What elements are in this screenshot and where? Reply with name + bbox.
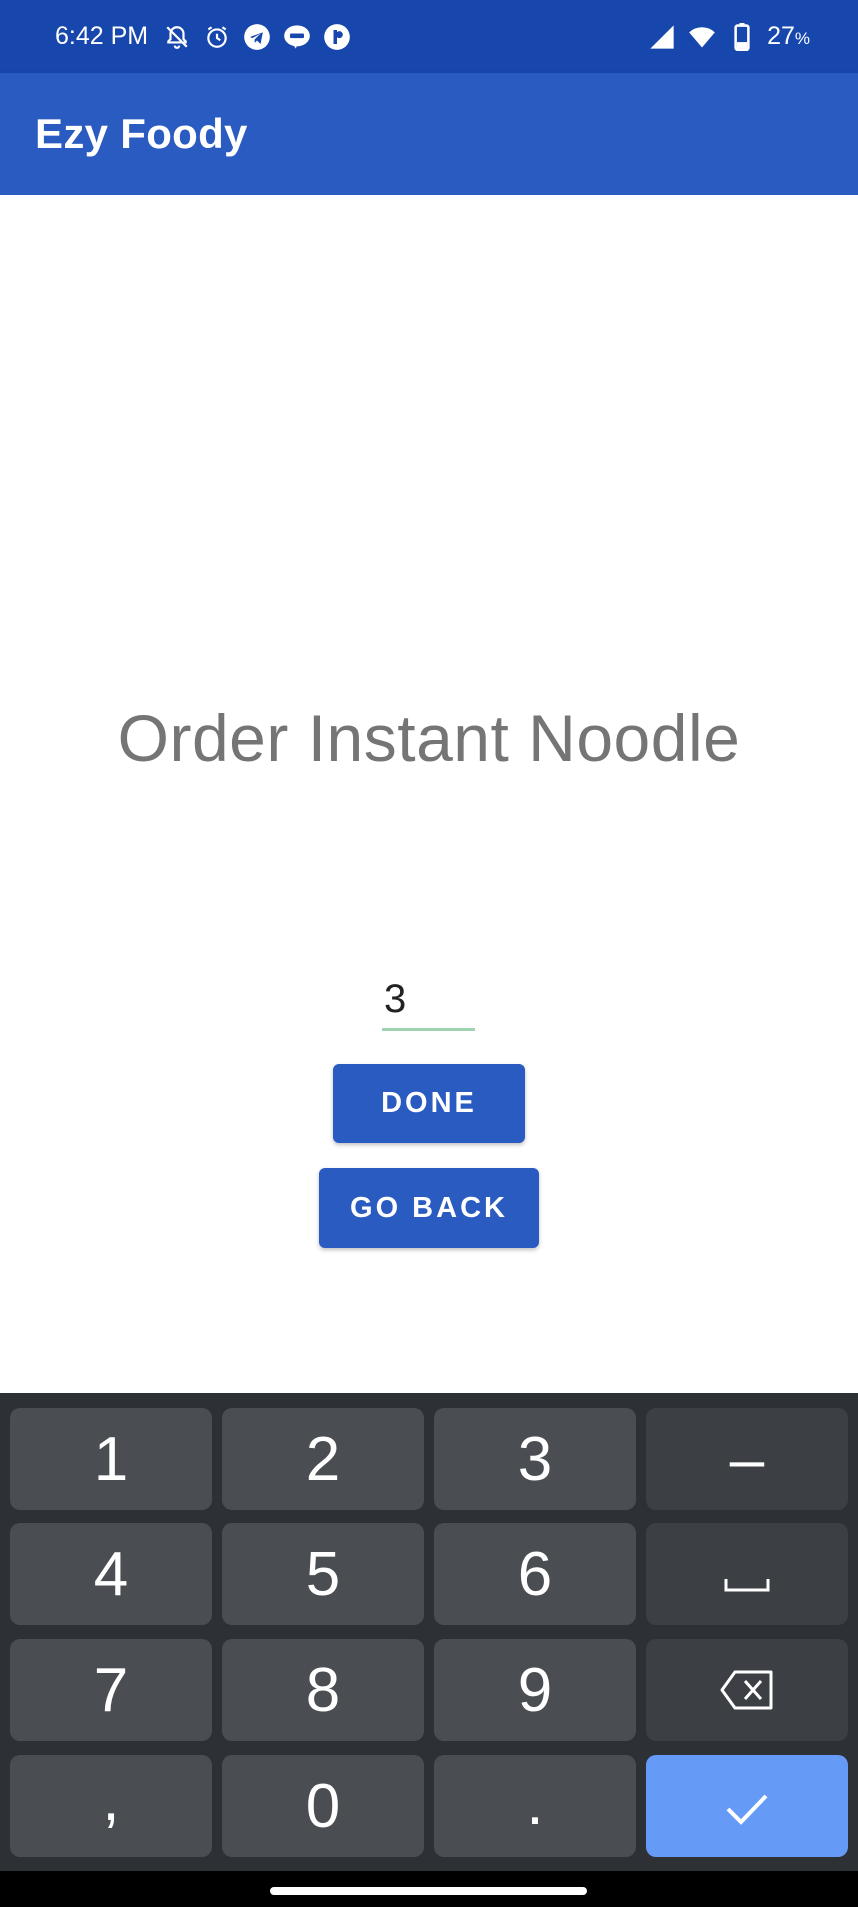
key-8[interactable]: 8 [222, 1639, 424, 1741]
key-0[interactable]: 0 [222, 1755, 424, 1857]
status-right: 27% [647, 22, 810, 52]
battery-icon [727, 22, 757, 52]
alarm-icon [202, 22, 232, 52]
space-icon [723, 1539, 771, 1610]
navigation-bar [0, 1871, 858, 1907]
key-7[interactable]: 7 [10, 1639, 212, 1741]
checkmark-icon [724, 1771, 770, 1842]
key-enter[interactable] [646, 1755, 848, 1857]
key-3[interactable]: 3 [434, 1408, 636, 1510]
quantity-input[interactable]: 3 [382, 975, 475, 1031]
key-period[interactable]: . [434, 1755, 636, 1857]
wifi-icon [687, 22, 717, 52]
key-5[interactable]: 5 [222, 1523, 424, 1625]
signal-icon [647, 22, 677, 52]
home-gesture-handle[interactable] [270, 1887, 587, 1895]
key-comma[interactable]: , [10, 1755, 212, 1857]
key-4[interactable]: 4 [10, 1523, 212, 1625]
status-left: 6:42 PM [55, 22, 352, 52]
go-back-button[interactable]: GO BACK [319, 1168, 539, 1248]
key-backspace[interactable] [646, 1639, 848, 1741]
bell-muted-icon [162, 22, 192, 52]
key-space[interactable] [646, 1523, 848, 1625]
app-notification-icon [322, 22, 352, 52]
status-time: 6:42 PM [55, 22, 149, 50]
app-bar: Ezy Foody [0, 73, 858, 195]
app-title: Ezy Foody [35, 110, 248, 157]
battery-percent: 27% [767, 22, 810, 50]
key-9[interactable]: 9 [434, 1639, 636, 1741]
page-heading: Order Instant Noodle [117, 701, 741, 775]
done-button[interactable]: DONE [333, 1064, 525, 1143]
numeric-keyboard: 1 2 3 – 4 5 6 7 8 9 , 0 . [0, 1393, 858, 1871]
line-icon [282, 22, 312, 52]
backspace-icon [719, 1655, 775, 1726]
key-1[interactable]: 1 [10, 1408, 212, 1510]
key-2[interactable]: 2 [222, 1408, 424, 1510]
main-content: Order Instant Noodle 3 DONE GO BACK [0, 195, 858, 1393]
status-bar: 6:42 PM 27% [0, 0, 858, 73]
key-minus[interactable]: – [646, 1408, 848, 1510]
key-6[interactable]: 6 [434, 1523, 636, 1625]
telegram-icon [242, 22, 272, 52]
